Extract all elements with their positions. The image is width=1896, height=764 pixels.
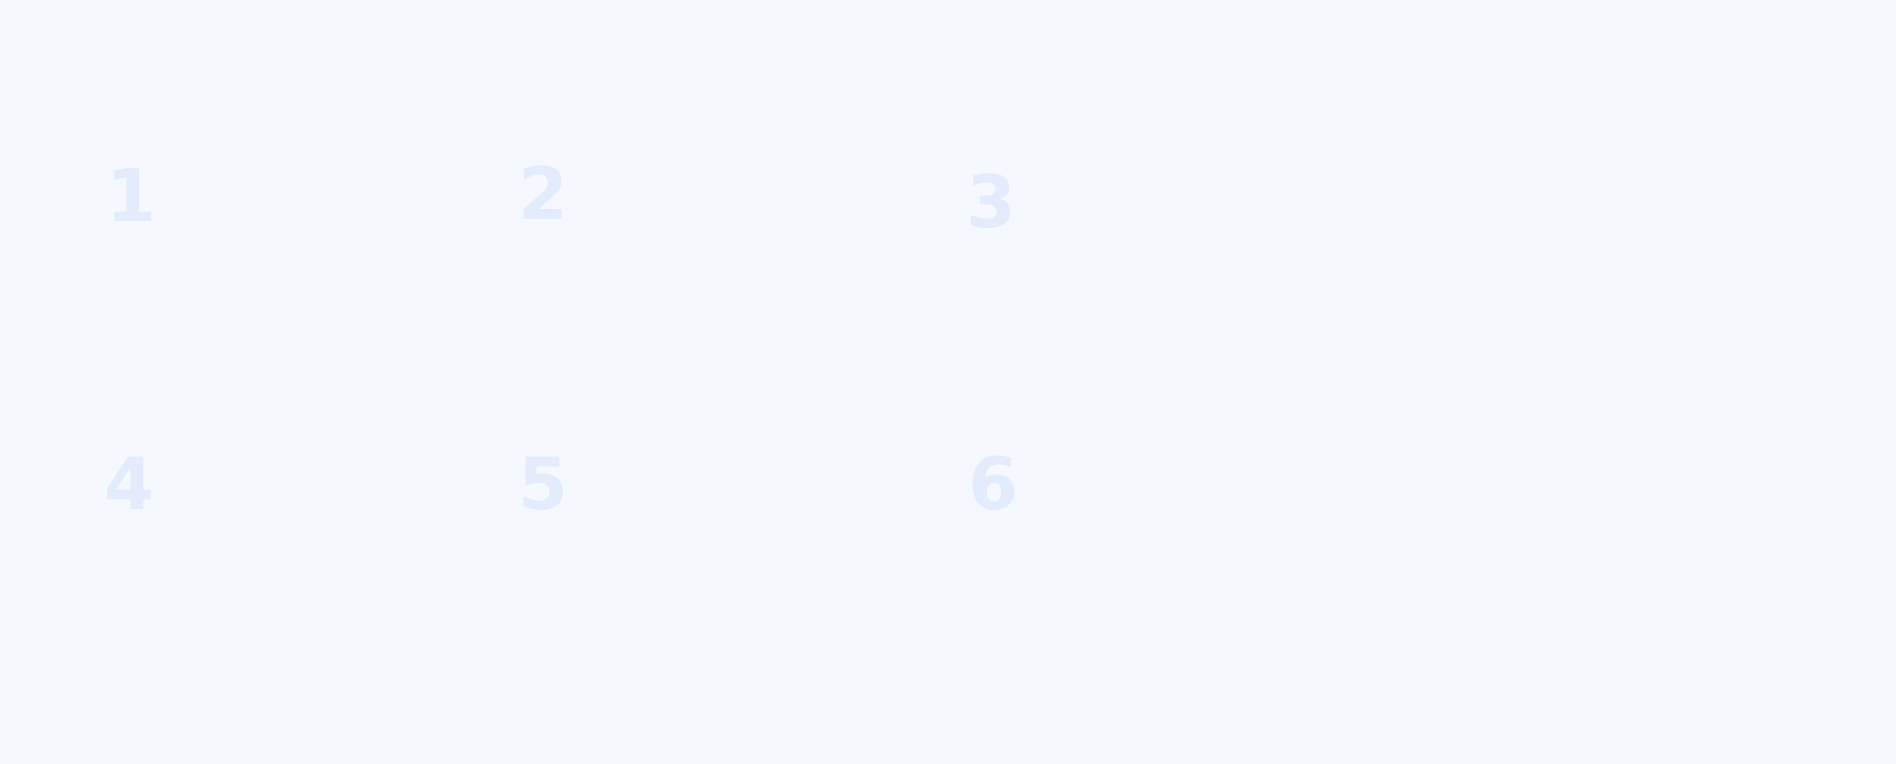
grid-number-5: 5	[518, 442, 569, 526]
grid-number-3: 3	[966, 160, 1017, 244]
grid-number-1: 1	[106, 154, 157, 238]
grid-number-6: 6	[968, 442, 1019, 526]
grid-number-2: 2	[518, 152, 569, 236]
grid-number-4: 4	[104, 442, 155, 526]
numbered-grid-canvas: 1 2 3 4 5 6	[0, 0, 1896, 764]
